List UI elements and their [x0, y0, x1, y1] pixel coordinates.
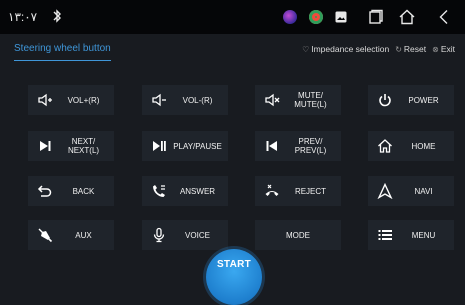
mute-button[interactable]: MUTE/ MUTE(L) — [255, 85, 341, 115]
navi-button[interactable]: NAVI — [368, 176, 454, 206]
back-icon[interactable] — [436, 9, 454, 25]
voice-label: VOICE — [185, 230, 210, 240]
impedance-icon: ♡ — [302, 44, 310, 54]
prev-label: PREV/ PREV(L) — [294, 137, 327, 155]
reset-label: Reset — [403, 44, 427, 54]
image-icon[interactable] — [335, 11, 347, 23]
home-icon — [373, 138, 397, 154]
status-bar: ۱۳:۰۷ — [0, 0, 465, 34]
microphone-icon — [147, 227, 171, 243]
home-button[interactable]: HOME — [368, 131, 454, 161]
bluetooth-icon — [53, 9, 61, 23]
aux-label: AUX — [75, 230, 92, 240]
voice-button[interactable]: VOICE — [142, 220, 228, 250]
volume-down-icon — [147, 92, 171, 108]
volume-up-icon — [33, 92, 57, 108]
header: Steering wheel button ♡ Impedance select… — [0, 34, 465, 66]
impedance-label: Impedance selection — [311, 44, 390, 54]
reject-call-icon — [260, 183, 284, 199]
aux-button[interactable]: AUX — [28, 220, 114, 250]
exit-button[interactable]: ⊗ Exit — [432, 44, 455, 54]
exit-icon: ⊗ — [432, 44, 439, 54]
mute-icon — [260, 92, 284, 108]
prev-icon — [260, 138, 284, 154]
power-button[interactable]: POWER — [368, 85, 454, 115]
menu-button[interactable]: MENU — [368, 220, 454, 250]
navigation-icon — [373, 183, 397, 199]
back-button[interactable]: BACK — [28, 176, 114, 206]
recents-icon[interactable] — [366, 9, 384, 25]
app-icon-purple[interactable] — [283, 10, 297, 24]
reset-icon: ↻ — [395, 44, 402, 54]
mode-label: MODE — [286, 230, 310, 240]
next-icon — [33, 138, 57, 154]
reset-button[interactable]: ↻ Reset — [395, 44, 426, 54]
exit-label: Exit — [440, 44, 455, 54]
play-pause-icon — [147, 138, 171, 154]
reject-label: REJECT — [294, 186, 327, 196]
play-pause-label: PLAY/PAUSE — [173, 141, 222, 151]
status-time: ۱۳:۰۷ — [8, 10, 38, 24]
next-button[interactable]: NEXT/ NEXT(L) — [28, 131, 114, 161]
back-arrow-icon — [33, 183, 57, 199]
answer-button[interactable]: ANSWER — [142, 176, 228, 206]
navi-label: NAVI — [414, 186, 433, 196]
tab-steering-wheel-button[interactable]: Steering wheel button — [14, 43, 111, 61]
vol-down-button[interactable]: VOL-(R) — [142, 85, 228, 115]
mode-button[interactable]: MODE — [255, 220, 341, 250]
play-pause-button[interactable]: PLAY/PAUSE — [142, 131, 228, 161]
power-label: POWER — [408, 95, 439, 105]
start-button[interactable]: START — [206, 249, 262, 305]
home-icon[interactable] — [398, 9, 416, 25]
menu-icon — [373, 227, 397, 243]
answer-call-icon — [147, 183, 171, 199]
power-icon — [373, 92, 397, 108]
vol-down-label: VOL-(R) — [182, 95, 213, 105]
menu-label: MENU — [411, 230, 436, 240]
impedance-selection-button[interactable]: ♡ Impedance selection — [302, 44, 389, 54]
aux-plug-icon — [33, 227, 57, 243]
vol-up-label: VOL+(R) — [67, 95, 100, 105]
header-actions: ♡ Impedance selection ↻ Reset ⊗ Exit — [302, 44, 455, 54]
start-label: START — [216, 259, 252, 270]
next-label: NEXT/ NEXT(L) — [67, 137, 100, 155]
mute-label: MUTE/ MUTE(L) — [294, 91, 327, 109]
app-icon-green[interactable] — [309, 10, 323, 24]
home-label: HOME — [411, 141, 436, 151]
vol-up-button[interactable]: VOL+(R) — [28, 85, 114, 115]
reject-button[interactable]: REJECT — [255, 176, 341, 206]
prev-button[interactable]: PREV/ PREV(L) — [255, 131, 341, 161]
answer-label: ANSWER — [179, 186, 216, 196]
back-label: BACK — [72, 186, 95, 196]
